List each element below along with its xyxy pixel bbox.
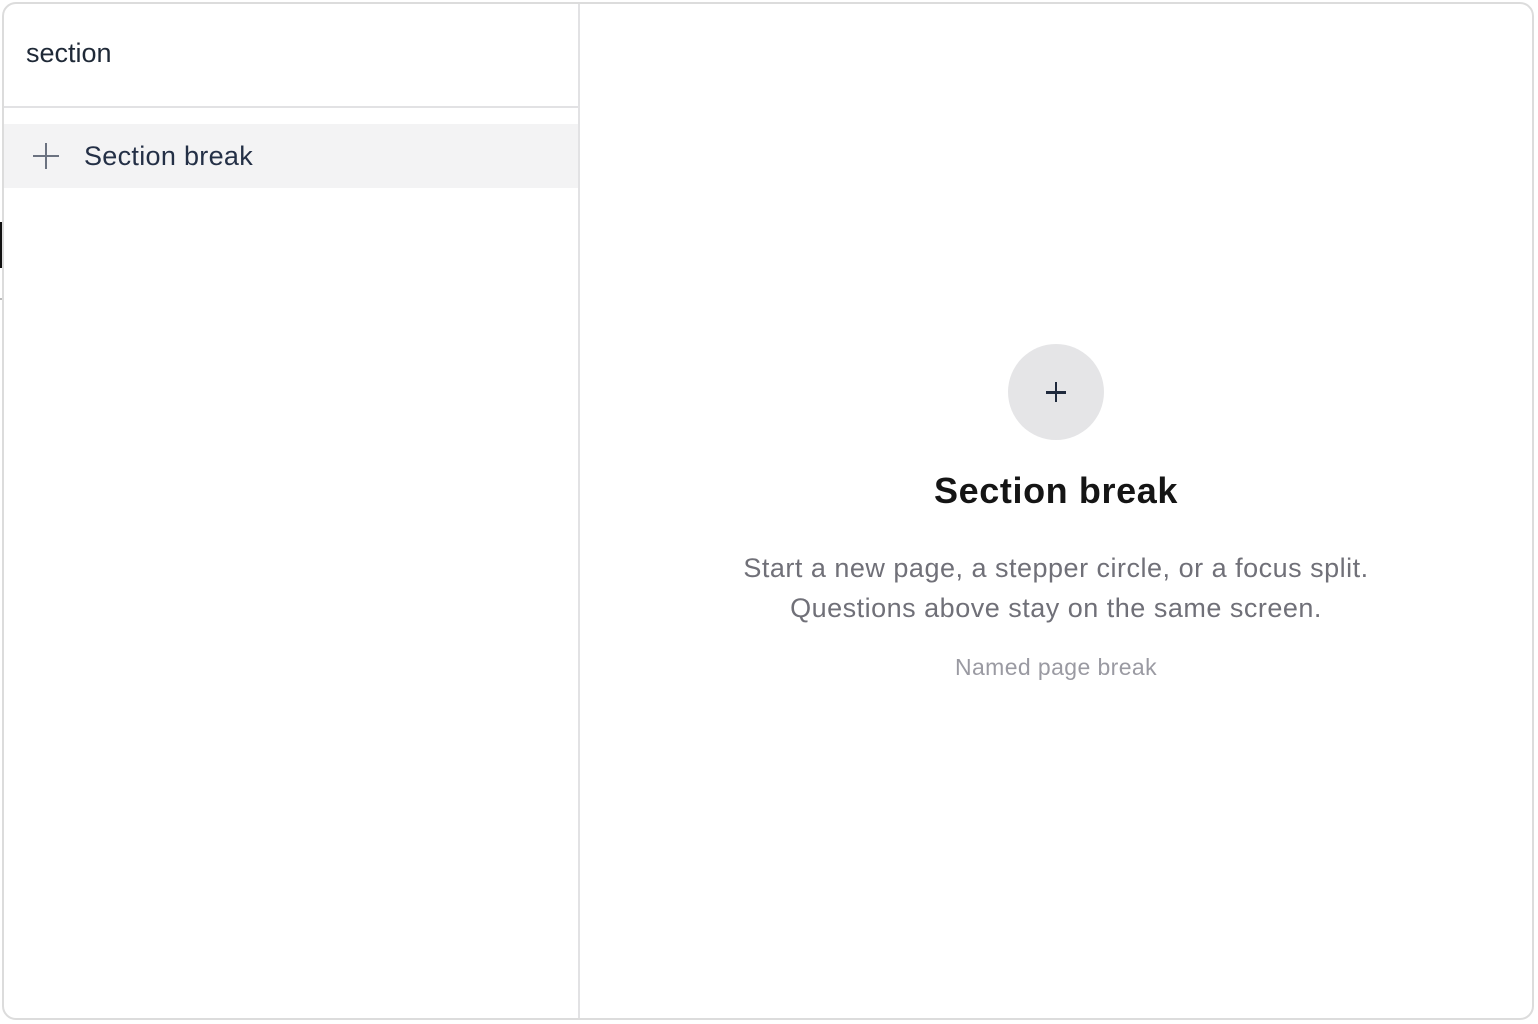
block-preview: Section break Start a new page, a steppe…	[580, 344, 1532, 681]
plus-icon	[1008, 344, 1104, 440]
preview-description-line-2: Questions above stay on the same screen.	[790, 593, 1322, 623]
results-pane: Section break	[4, 4, 580, 1018]
preview-pane: Section break Start a new page, a steppe…	[580, 4, 1532, 1018]
insert-block-dialog: Section break Section break Start a new …	[2, 2, 1534, 1020]
preview-description: Start a new page, a stepper circle, or a…	[743, 548, 1368, 628]
search-row	[4, 4, 578, 108]
preview-description-line-1: Start a new page, a stepper circle, or a…	[743, 553, 1369, 583]
result-item-label: Section break	[84, 140, 253, 171]
preview-hint: Named page break	[954, 654, 1158, 680]
search-input[interactable]	[26, 37, 546, 73]
preview-title: Section break	[934, 470, 1178, 511]
result-item-section-break[interactable]: Section break	[4, 124, 578, 188]
results-list: Section break	[4, 108, 578, 188]
plus-icon	[32, 142, 60, 170]
